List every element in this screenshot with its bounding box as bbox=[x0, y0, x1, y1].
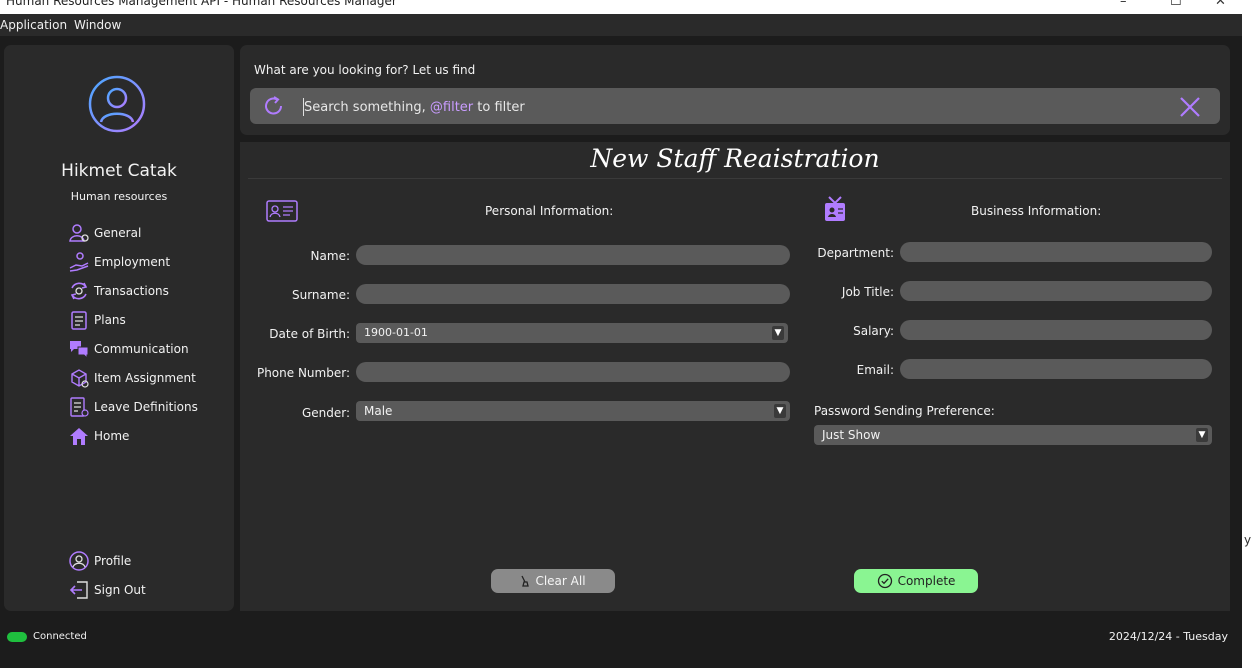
surname-label: Surname: bbox=[291, 288, 350, 302]
broom-icon bbox=[521, 575, 530, 587]
clear-search-icon[interactable] bbox=[1178, 95, 1202, 119]
nav-sign-out-label: Sign Out bbox=[94, 583, 146, 597]
id-card-icon bbox=[266, 200, 298, 222]
email-field[interactable] bbox=[900, 359, 1212, 379]
maximize-button[interactable]: ☐ bbox=[1170, 0, 1182, 9]
nav-transactions-label: Transactions bbox=[94, 284, 169, 298]
nav-general-label: General bbox=[94, 226, 142, 240]
background-window-edge: y bbox=[1242, 0, 1252, 668]
sign-out-icon bbox=[68, 579, 90, 601]
search-input[interactable]: Search something, @filter to filter bbox=[250, 88, 1220, 124]
status-date: 2024/12/24 - Tuesday bbox=[1108, 630, 1228, 643]
dob-value: 1900-01-01 bbox=[364, 326, 428, 339]
nav-home-label: Home bbox=[94, 429, 130, 443]
user-name: Hikmet Catak bbox=[61, 161, 177, 181]
job-title-field[interactable] bbox=[900, 281, 1212, 301]
nav-item-assignment[interactable]: Item Assignment bbox=[68, 367, 196, 389]
home-icon bbox=[68, 425, 90, 447]
complete-label: Complete bbox=[897, 574, 956, 588]
surname-field[interactable] bbox=[356, 284, 790, 304]
chat-bubbles-icon bbox=[68, 338, 90, 360]
phone-field[interactable] bbox=[356, 362, 790, 382]
salary-label: Salary: bbox=[853, 324, 894, 338]
search-placeholder: Search something, @filter to filter bbox=[304, 100, 525, 115]
search-panel: What are you looking for? Let us find Se… bbox=[240, 45, 1230, 135]
nav-leave-definitions[interactable]: Leave Definitions bbox=[68, 396, 198, 418]
chevron-down-icon[interactable]: ▼ bbox=[772, 326, 784, 340]
staff-registration-form: New Staff Reaistration Personal Informat… bbox=[240, 142, 1230, 611]
business-info-title: Business Information: bbox=[971, 204, 1102, 218]
user-role: Human resources bbox=[70, 190, 168, 203]
window-titlebar: Human Resources Management API - Human R… bbox=[0, 0, 1242, 14]
check-circle-icon bbox=[877, 573, 892, 589]
sidebar: Hikmet Catak Human resources General Emp… bbox=[4, 45, 234, 611]
connection-status-indicator bbox=[7, 632, 27, 642]
department-field[interactable] bbox=[900, 242, 1212, 262]
name-field[interactable] bbox=[356, 245, 790, 265]
password-pref-value: Just Show bbox=[822, 428, 881, 442]
background-window-text: y bbox=[1244, 533, 1252, 547]
title-divider bbox=[248, 178, 1222, 179]
nav-profile-label: Profile bbox=[94, 554, 132, 568]
personal-info-title: Personal Information: bbox=[485, 204, 614, 218]
nav-home[interactable]: Home bbox=[68, 425, 129, 447]
nav-employment-label: Employment bbox=[94, 255, 171, 269]
gender-label: Gender: bbox=[301, 406, 350, 420]
nav-plans[interactable]: Plans bbox=[68, 309, 126, 331]
minimize-button[interactable]: – bbox=[1120, 0, 1127, 9]
form-title: New Staff Reaistration bbox=[590, 144, 880, 173]
name-label: Name: bbox=[310, 249, 350, 263]
menu-application[interactable]: Application bbox=[0, 18, 67, 32]
job-title-label: Job Title: bbox=[841, 285, 894, 299]
dob-label: Date of Birth: bbox=[269, 327, 350, 341]
chevron-down-icon[interactable]: ▼ bbox=[1196, 428, 1208, 442]
nav-communication[interactable]: Communication bbox=[68, 338, 189, 360]
nav-leave-definitions-label: Leave Definitions bbox=[94, 400, 198, 414]
password-pref-label: Password Sending Preference: bbox=[814, 404, 995, 418]
complete-button[interactable]: Complete bbox=[854, 569, 978, 593]
nav-sign-out[interactable]: Sign Out bbox=[68, 579, 146, 601]
user-settings-icon bbox=[68, 222, 90, 244]
password-pref-select[interactable]: Just Show ▼ bbox=[814, 425, 1212, 445]
exchange-gear-icon bbox=[68, 280, 90, 302]
search-placeholder-post: to filter bbox=[477, 100, 525, 115]
email-label: Email: bbox=[856, 363, 894, 377]
search-placeholder-filter: @filter bbox=[429, 100, 474, 115]
box-assignment-icon bbox=[68, 367, 90, 389]
menu-bar: Application Window bbox=[0, 14, 1242, 36]
refresh-icon[interactable] bbox=[262, 95, 286, 117]
clear-all-button[interactable]: Clear All bbox=[491, 569, 615, 593]
search-placeholder-pre: Search something, bbox=[304, 100, 426, 115]
badge-icon bbox=[825, 196, 845, 221]
gender-value: Male bbox=[364, 404, 393, 418]
user-avatar-icon[interactable] bbox=[88, 75, 146, 133]
close-window-button[interactable]: ✕ bbox=[1215, 0, 1226, 9]
nav-communication-label: Communication bbox=[94, 342, 189, 356]
nav-general[interactable]: General bbox=[68, 222, 141, 244]
hand-user-icon bbox=[68, 251, 90, 273]
menu-window[interactable]: Window bbox=[74, 18, 121, 32]
nav-employment[interactable]: Employment bbox=[68, 251, 170, 273]
gender-select[interactable]: Male ▼ bbox=[356, 401, 790, 421]
profile-icon bbox=[68, 550, 90, 572]
clear-all-label: Clear All bbox=[535, 574, 586, 588]
connection-status-text: Connected bbox=[33, 631, 87, 642]
nav-transactions[interactable]: Transactions bbox=[68, 280, 169, 302]
phone-label: Phone Number: bbox=[256, 366, 350, 380]
search-prompt: What are you looking for? Let us find bbox=[254, 63, 476, 77]
nav-profile[interactable]: Profile bbox=[68, 550, 131, 572]
nav-plans-label: Plans bbox=[94, 313, 126, 327]
window-title: Human Resources Management API - Human R… bbox=[6, 0, 397, 8]
department-label: Department: bbox=[817, 246, 894, 260]
clipboard-plan-icon bbox=[68, 309, 90, 331]
leave-document-icon bbox=[68, 396, 90, 418]
dob-picker[interactable]: 1900-01-01 ▼ bbox=[356, 323, 788, 343]
chevron-down-icon[interactable]: ▼ bbox=[774, 404, 786, 418]
nav-item-assignment-label: Item Assignment bbox=[94, 371, 196, 385]
salary-field[interactable] bbox=[900, 320, 1212, 340]
